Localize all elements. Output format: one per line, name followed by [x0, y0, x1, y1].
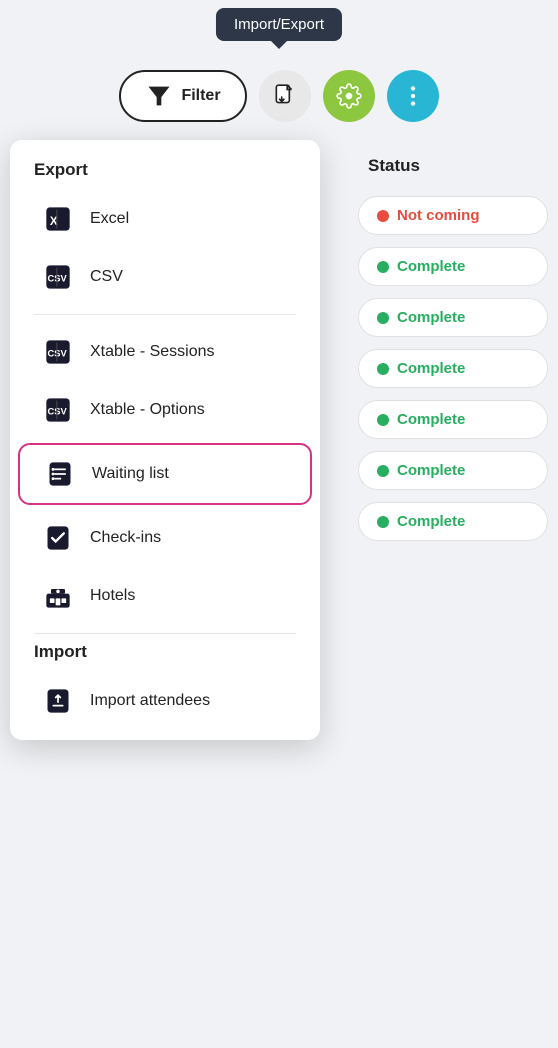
excel-icon: X [42, 203, 74, 235]
tooltip-label: Import/Export [234, 16, 324, 33]
dot-red [377, 210, 389, 222]
filter-icon [145, 82, 173, 110]
export-section-label: Export [10, 160, 320, 190]
xtable-options-icon: CSV [42, 394, 74, 426]
divider-2 [34, 633, 296, 634]
menu-item-csv[interactable]: CSV CSV [18, 248, 312, 306]
status-label-complete-6: Complete [397, 513, 465, 530]
svg-text:CSV: CSV [48, 349, 68, 359]
status-badge-complete-5: Complete [358, 451, 548, 490]
xtable-options-label: Xtable - Options [90, 401, 205, 419]
status-label-complete-1: Complete [397, 258, 465, 275]
dot-green-3 [377, 363, 389, 375]
dot-green-6 [377, 516, 389, 528]
filter-label: Filter [181, 87, 220, 105]
dropdown-menu: Export X Excel CSV CSV CSV [10, 140, 320, 740]
dots-vertical-icon [400, 83, 426, 109]
import-attendees-icon [42, 685, 74, 717]
csv-icon: CSV [42, 261, 74, 293]
divider-1 [34, 314, 296, 315]
waiting-list-icon [44, 458, 76, 490]
csv-label: CSV [90, 268, 123, 286]
dot-green-1 [377, 261, 389, 273]
waiting-list-label: Waiting list [92, 465, 169, 483]
xtable-sessions-icon: CSV [42, 336, 74, 368]
svg-text:CSV: CSV [48, 407, 68, 417]
status-header: Status [358, 140, 548, 196]
status-label-complete-5: Complete [397, 462, 465, 479]
menu-item-import-attendees[interactable]: Import attendees [18, 672, 312, 730]
menu-item-xtable-sessions[interactable]: CSV Xtable - Sessions [18, 323, 312, 381]
import-export-button[interactable] [259, 70, 311, 122]
dot-green-5 [377, 465, 389, 477]
hotels-icon [42, 580, 74, 612]
import-section-label: Import [10, 642, 320, 672]
check-ins-icon [42, 522, 74, 554]
status-column: Status Not coming Complete Complete Comp… [348, 140, 558, 553]
settings-button[interactable] [323, 70, 375, 122]
status-label-complete-4: Complete [397, 411, 465, 428]
toolbar: Filter [0, 70, 558, 122]
status-badge-complete-3: Complete [358, 349, 548, 388]
excel-label: Excel [90, 210, 129, 228]
download-file-icon [272, 83, 298, 109]
dot-green-4 [377, 414, 389, 426]
status-badge-complete-4: Complete [358, 400, 548, 439]
more-options-button[interactable] [387, 70, 439, 122]
status-badge-complete-1: Complete [358, 247, 548, 286]
menu-item-hotels[interactable]: Hotels [18, 567, 312, 625]
status-label-complete-2: Complete [397, 309, 465, 326]
status-label-not-coming: Not coming [397, 207, 480, 224]
menu-item-check-ins[interactable]: Check-ins [18, 509, 312, 567]
import-attendees-label: Import attendees [90, 692, 210, 710]
hotels-label: Hotels [90, 587, 135, 605]
menu-item-xtable-options[interactable]: CSV Xtable - Options [18, 381, 312, 439]
import-export-tooltip: Import/Export [216, 8, 342, 41]
svg-text:CSV: CSV [48, 274, 68, 284]
menu-item-excel[interactable]: X Excel [18, 190, 312, 248]
dot-green-2 [377, 312, 389, 324]
status-badge-complete-2: Complete [358, 298, 548, 337]
status-label-complete-3: Complete [397, 360, 465, 377]
menu-item-waiting-list[interactable]: Waiting list [18, 443, 312, 505]
status-badge-not-coming: Not coming [358, 196, 548, 235]
filter-button[interactable]: Filter [119, 70, 246, 122]
xtable-sessions-label: Xtable - Sessions [90, 343, 215, 361]
status-badge-complete-6: Complete [358, 502, 548, 541]
check-ins-label: Check-ins [90, 529, 161, 547]
gear-icon [336, 83, 362, 109]
